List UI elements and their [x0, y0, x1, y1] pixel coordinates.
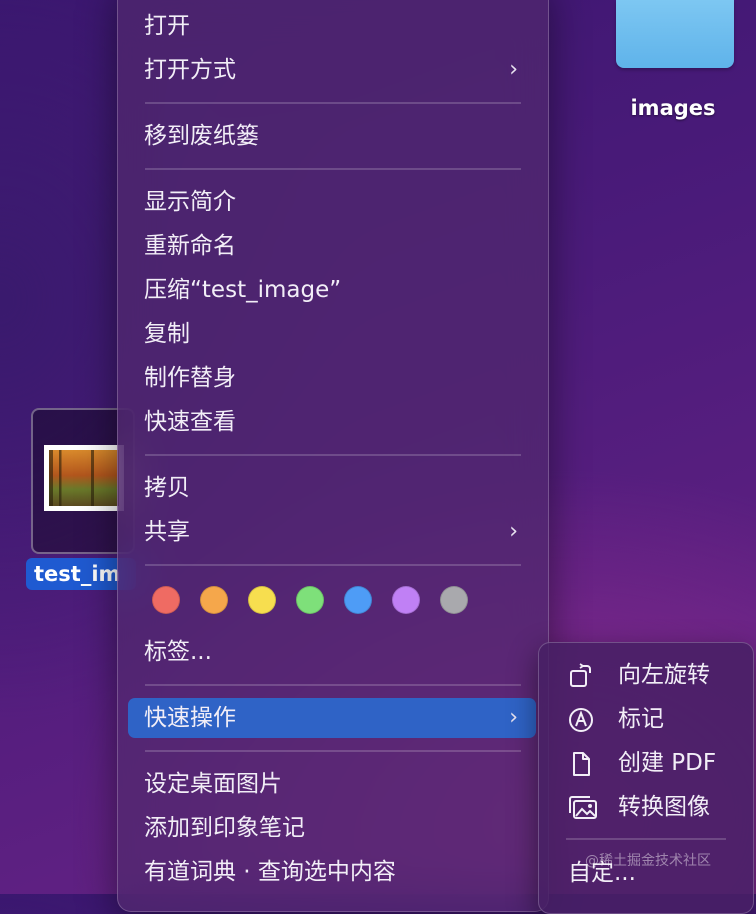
menu-separator	[145, 168, 521, 170]
tag-purple-dot[interactable]	[392, 586, 420, 614]
menu-item-copy[interactable]: 拷贝	[128, 468, 536, 508]
menu-item-quick-look[interactable]: 快速查看	[128, 402, 536, 442]
submenu-item-label: 向左旋转	[618, 662, 710, 688]
chevron-right-icon: ›	[509, 57, 518, 82]
autumn-forest-image	[49, 450, 119, 506]
menu-item-label: 共享	[144, 519, 190, 545]
tag-blue-dot[interactable]	[344, 586, 372, 614]
menu-item-get-info[interactable]: 显示简介	[128, 182, 536, 222]
submenu-item-label: 标记	[618, 706, 664, 732]
menu-item-rename[interactable]: 重新命名	[128, 226, 536, 266]
submenu-item-convert-image[interactable]: 转换图像	[548, 786, 744, 828]
watermark-text: @稀土掘金技术社区	[585, 853, 711, 869]
menu-item-label: 设定桌面图片	[144, 771, 282, 797]
menu-item-quick-actions[interactable]: 快速操作 ›	[128, 698, 536, 738]
menu-item-add-to-evernote[interactable]: 添加到印象笔记	[128, 808, 536, 848]
tag-orange-dot[interactable]	[200, 586, 228, 614]
menu-separator	[145, 454, 521, 456]
menu-item-label: 打开	[144, 13, 190, 39]
test-image-thumbnail[interactable]	[44, 445, 124, 511]
chevron-right-icon: ›	[509, 705, 518, 730]
menu-item-open[interactable]: 打开	[128, 6, 536, 46]
menu-item-label: 制作替身	[144, 365, 236, 391]
menu-item-label: 复制	[144, 321, 190, 347]
menu-item-set-desktop-picture[interactable]: 设定桌面图片	[128, 764, 536, 804]
menu-item-compress[interactable]: 压缩“test_image”	[128, 270, 536, 310]
menu-item-label: 拷贝	[144, 475, 190, 501]
menu-item-tags[interactable]: 标签...	[128, 632, 536, 672]
menu-item-label: 移到废纸篓	[144, 123, 259, 149]
menu-item-label: 添加到印象笔记	[144, 815, 305, 841]
menu-separator	[145, 564, 521, 566]
menu-item-label: 标签...	[144, 639, 212, 665]
images-folder-label[interactable]: images	[608, 96, 738, 120]
menu-item-label: 压缩“test_image”	[144, 277, 342, 303]
tag-gray-dot[interactable]	[440, 586, 468, 614]
chevron-right-icon: ›	[509, 519, 518, 544]
menu-item-label: 快速操作	[144, 705, 236, 731]
menu-item-duplicate[interactable]: 复制	[128, 314, 536, 354]
images-folder-icon[interactable]	[616, 0, 734, 68]
submenu-item-label: 创建 PDF	[618, 750, 717, 776]
menu-item-label: 重新命名	[144, 233, 236, 259]
submenu-item-markup[interactable]: 标记	[548, 698, 744, 740]
document-icon	[573, 752, 590, 776]
markup-pen-icon	[569, 708, 593, 732]
tag-red-dot[interactable]	[152, 586, 180, 614]
menu-separator	[145, 750, 521, 752]
menu-item-youdao-lookup[interactable]: 有道词典 · 查询选中内容	[128, 852, 536, 892]
menu-item-label: 显示简介	[144, 189, 236, 215]
menu-separator	[145, 102, 521, 104]
menu-item-move-to-trash[interactable]: 移到废纸篓	[128, 116, 536, 156]
submenu-item-label: 转换图像	[618, 794, 710, 820]
menu-item-open-with[interactable]: 打开方式 ›	[128, 50, 536, 90]
menu-item-label: 打开方式	[144, 57, 236, 83]
submenu-item-rotate-left[interactable]: 向左旋转	[548, 654, 744, 696]
menu-item-label: 快速查看	[144, 409, 236, 435]
menu-item-share[interactable]: 共享 ›	[128, 512, 536, 552]
tag-yellow-dot[interactable]	[248, 586, 276, 614]
menu-item-label: 有道词典 · 查询选中内容	[144, 859, 396, 885]
menu-separator	[145, 684, 521, 686]
photos-icon	[569, 796, 597, 819]
rotate-left-icon	[570, 663, 591, 687]
submenu-item-create-pdf[interactable]: 创建 PDF	[548, 742, 744, 784]
tag-green-dot[interactable]	[296, 586, 324, 614]
menu-item-make-alias[interactable]: 制作替身	[128, 358, 536, 398]
submenu-separator	[566, 838, 726, 840]
